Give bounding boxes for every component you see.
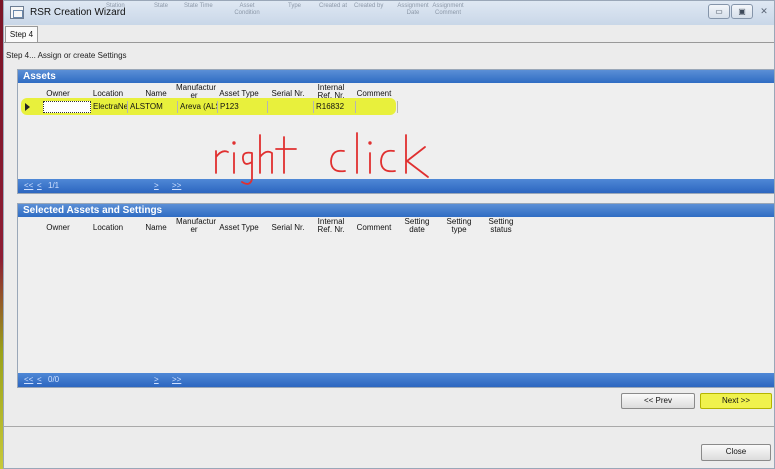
pager-page-indicator: 1/1	[48, 181, 60, 190]
pager-prev-button[interactable]: <	[37, 181, 42, 190]
next-button[interactable]: Next >>	[700, 393, 772, 409]
ghost-header: Station	[106, 3, 125, 9]
cell-owner[interactable]	[43, 101, 91, 113]
column-header-setting-date[interactable]: Setting date	[400, 218, 434, 234]
pager-first-button[interactable]: <<	[24, 375, 33, 384]
footer-divider	[4, 426, 774, 427]
pager-page-indicator: 0/0	[48, 375, 60, 384]
column-header-comment[interactable]: Comment	[351, 90, 397, 98]
column-header-setting-type[interactable]: Setting type	[442, 218, 476, 234]
close-button[interactable]: Close	[701, 444, 771, 461]
pager-first-button[interactable]: <<	[24, 181, 33, 190]
column-header-asset-type[interactable]: Asset Type	[213, 224, 265, 232]
column-header-name[interactable]: Name	[136, 224, 176, 232]
right-click-annotation	[215, 132, 429, 185]
column-header-serial-nr[interactable]: Serial Nr.	[265, 90, 311, 98]
pager-next-button[interactable]: >	[154, 375, 159, 384]
column-header-location[interactable]: Location	[88, 224, 128, 232]
tab-divider	[4, 42, 774, 43]
prev-button[interactable]: << Prev	[621, 393, 695, 409]
pager-last-button[interactable]: >>	[172, 375, 181, 384]
ghost-header: Type	[288, 3, 302, 9]
ghost-header: Assignment Date	[397, 3, 429, 16]
column-header-setting-status[interactable]: Setting status	[483, 218, 519, 234]
column-header-manufacturer[interactable]: Manufactur er	[176, 218, 216, 234]
ghost-header: Assignment Comment	[432, 3, 464, 16]
selected-pager: << < 0/0 > >>	[18, 373, 774, 387]
column-header-name[interactable]: Name	[136, 90, 176, 98]
ghost-header: Asset Condition	[234, 3, 260, 16]
column-header-owner[interactable]: Owner	[40, 90, 76, 98]
row-selector-arrow-icon	[25, 103, 30, 111]
column-header-comment[interactable]: Comment	[351, 224, 397, 232]
selected-assets-panel: Selected Assets and Settings Owner Locat…	[17, 203, 775, 388]
ghost-header: State	[154, 3, 169, 9]
cell-name[interactable]: ALSTOM	[128, 101, 178, 113]
window-app-icon	[10, 6, 24, 19]
tab-step-4[interactable]: Step 4	[5, 26, 38, 43]
cell-internal-ref[interactable]: R16832	[314, 101, 356, 113]
ghost-header: Created by	[354, 3, 384, 9]
column-header-owner[interactable]: Owner	[40, 224, 76, 232]
cell-serial-nr[interactable]	[268, 101, 314, 113]
wizard-window: RSR Creation Wizard Station State State …	[3, 0, 775, 469]
title-bar[interactable]: RSR Creation Wizard Station State State …	[4, 1, 774, 25]
cell-asset-type[interactable]: P123	[218, 101, 268, 113]
pager-last-button[interactable]: >>	[172, 181, 181, 190]
close-window-icon[interactable]: ✕	[753, 4, 775, 19]
cell-comment[interactable]	[356, 101, 398, 113]
pager-next-button[interactable]: >	[154, 181, 159, 190]
pager-prev-button[interactable]: <	[37, 375, 42, 384]
assets-panel-title: Assets	[18, 70, 774, 83]
column-header-asset-type[interactable]: Asset Type	[213, 90, 265, 98]
maximize-button[interactable]: ▣	[731, 4, 753, 19]
step-description: Step 4... Assign or create Settings	[6, 51, 127, 60]
ghost-header: State Time	[184, 3, 213, 9]
selected-panel-title: Selected Assets and Settings	[18, 204, 774, 217]
column-header-serial-nr[interactable]: Serial Nr.	[265, 224, 311, 232]
cell-location[interactable]: ElectraNet/	[91, 101, 128, 113]
minimize-button[interactable]: ▭	[708, 4, 730, 19]
cell-manufacturer[interactable]: Areva (ALS	[178, 101, 218, 113]
ghost-header: Created at	[319, 3, 348, 9]
column-header-location[interactable]: Location	[88, 90, 128, 98]
column-header-internal-ref[interactable]: Internal Ref. Nr.	[313, 218, 349, 234]
